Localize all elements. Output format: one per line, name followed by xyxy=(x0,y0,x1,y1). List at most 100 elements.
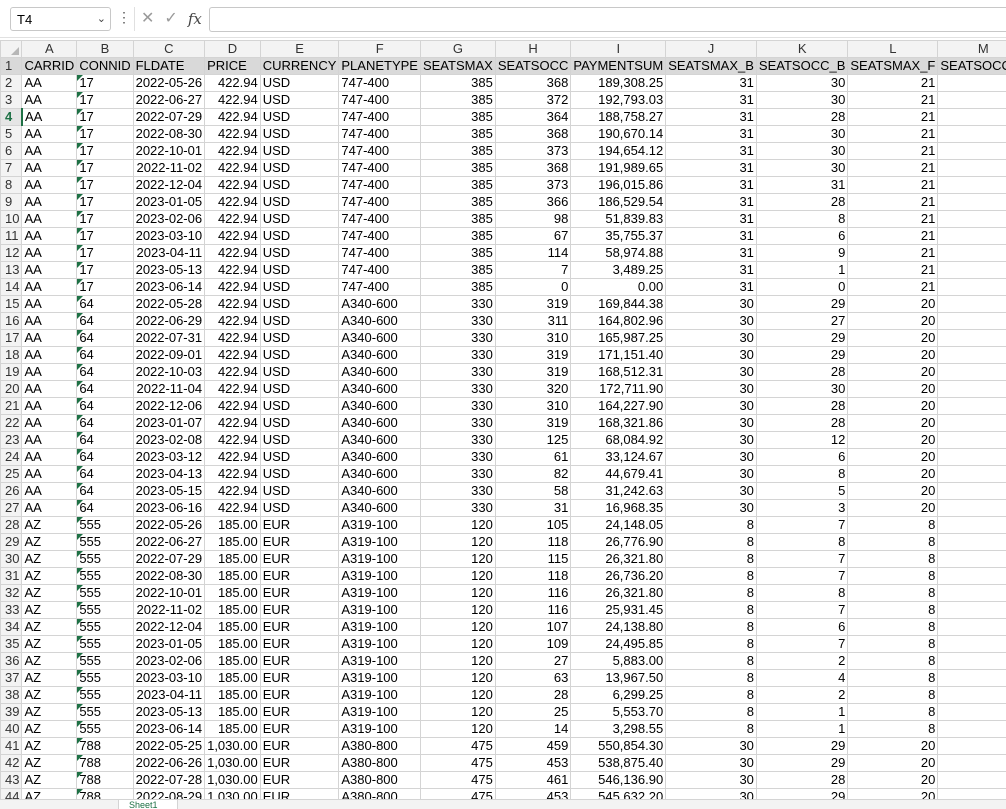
cell[interactable]: 2023-01-07 xyxy=(132,414,206,432)
cell[interactable]: 8 xyxy=(937,550,1006,568)
cell[interactable]: 2022-05-26 xyxy=(132,516,206,534)
cell[interactable]: A340-600 xyxy=(338,346,421,364)
field-header-cell[interactable]: CONNID xyxy=(76,57,134,75)
cell[interactable]: 385 xyxy=(419,142,496,160)
cell[interactable]: 8 xyxy=(665,533,757,551)
cell[interactable]: 555 xyxy=(76,635,134,653)
cell[interactable]: USD xyxy=(259,482,340,500)
cell[interactable]: 422.94 xyxy=(204,499,261,517)
column-header-l[interactable]: L xyxy=(847,40,939,58)
cell[interactable]: AA xyxy=(21,414,78,432)
cell[interactable]: 320 xyxy=(494,380,572,398)
cell[interactable]: 109 xyxy=(494,635,572,653)
cell[interactable]: AA xyxy=(21,91,78,109)
cell[interactable]: 120 xyxy=(419,652,496,670)
cell[interactable]: 550,854.30 xyxy=(570,737,667,755)
cell[interactable]: 64 xyxy=(76,295,134,313)
cell[interactable]: 2 xyxy=(755,686,849,704)
cell[interactable]: 29 xyxy=(755,737,849,755)
cell[interactable]: 788 xyxy=(76,771,134,789)
cell[interactable]: 319 xyxy=(494,295,572,313)
cell[interactable]: EUR xyxy=(259,652,340,670)
cell[interactable]: 330 xyxy=(419,329,496,347)
cell[interactable]: 19 xyxy=(937,74,1006,92)
cell[interactable]: 118 xyxy=(494,533,572,551)
row-header[interactable]: 1 xyxy=(0,57,23,75)
cell[interactable]: 13,967.50 xyxy=(570,669,667,687)
cell[interactable]: 422.94 xyxy=(204,380,261,398)
row-header[interactable]: 26 xyxy=(0,482,23,500)
cell[interactable]: A340-600 xyxy=(338,465,421,483)
row-header[interactable]: 3 xyxy=(0,91,23,109)
cell[interactable]: 366 xyxy=(494,193,572,211)
cell[interactable]: 8 xyxy=(847,601,939,619)
cell[interactable]: 1,030.00 xyxy=(204,788,261,799)
column-header-j[interactable]: J xyxy=(665,40,757,58)
cell[interactable]: 30 xyxy=(755,74,849,92)
cell[interactable]: 30 xyxy=(755,125,849,143)
cell[interactable]: AZ xyxy=(21,737,78,755)
cell[interactable]: 105 xyxy=(494,516,572,534)
cell[interactable]: 21 xyxy=(847,142,939,160)
cell[interactable]: 368 xyxy=(494,74,572,92)
cell[interactable]: 2022-11-04 xyxy=(132,380,206,398)
cell[interactable]: 185.00 xyxy=(204,550,261,568)
cell[interactable]: AZ xyxy=(21,618,78,636)
cell[interactable]: 28 xyxy=(755,414,849,432)
cell[interactable]: 30 xyxy=(665,295,757,313)
cell[interactable]: 747-400 xyxy=(338,142,421,160)
cell[interactable]: 30 xyxy=(665,414,757,432)
cell[interactable]: 422.94 xyxy=(204,414,261,432)
cell[interactable]: 555 xyxy=(76,618,134,636)
row-header[interactable]: 42 xyxy=(0,754,23,772)
cell[interactable]: USD xyxy=(259,91,340,109)
cell[interactable]: 190,670.14 xyxy=(570,125,667,143)
cell[interactable]: 7 xyxy=(755,635,849,653)
cell[interactable]: USD xyxy=(259,363,340,381)
cell[interactable]: EUR xyxy=(259,567,340,585)
cell[interactable]: AZ xyxy=(21,754,78,772)
column-header-d[interactable]: D xyxy=(204,40,261,58)
cell[interactable]: 6 xyxy=(755,618,849,636)
cell[interactable]: 31,242.63 xyxy=(570,482,667,500)
cell[interactable]: AA xyxy=(21,125,78,143)
cell[interactable]: 422.94 xyxy=(204,244,261,262)
field-header-cell[interactable]: PRICE xyxy=(204,57,261,75)
cell[interactable]: 1,030.00 xyxy=(204,737,261,755)
cell[interactable]: 422.94 xyxy=(204,278,261,296)
cell[interactable]: 61 xyxy=(494,448,572,466)
cell[interactable]: 120 xyxy=(419,567,496,585)
cell[interactable]: 7 xyxy=(937,618,1006,636)
cell[interactable]: 64 xyxy=(76,312,134,330)
cell[interactable]: AZ xyxy=(21,771,78,789)
cell[interactable]: 747-400 xyxy=(338,210,421,228)
cell[interactable]: AZ xyxy=(21,635,78,653)
cell[interactable]: 453 xyxy=(494,788,572,799)
cell[interactable]: 30 xyxy=(665,431,757,449)
cell[interactable]: A380-800 xyxy=(338,771,421,789)
cell[interactable]: 31 xyxy=(665,227,757,245)
field-header-cell[interactable]: SEATSMAX_F xyxy=(847,57,939,75)
cell[interactable]: 5,553.70 xyxy=(570,703,667,721)
cell[interactable]: 6 xyxy=(755,227,849,245)
cell[interactable]: EUR xyxy=(259,703,340,721)
cell[interactable]: A340-600 xyxy=(338,397,421,415)
cell[interactable]: AZ xyxy=(21,584,78,602)
cell[interactable]: 185.00 xyxy=(204,669,261,687)
cell[interactable]: 459 xyxy=(494,737,572,755)
cell[interactable]: 319 xyxy=(494,363,572,381)
row-header[interactable]: 28 xyxy=(0,516,23,534)
cell[interactable]: 64 xyxy=(76,448,134,466)
chevron-down-icon[interactable]: ⌄ xyxy=(97,12,106,25)
cell[interactable]: 8 xyxy=(847,669,939,687)
cell[interactable]: 20 xyxy=(847,431,939,449)
cell[interactable]: 29 xyxy=(755,788,849,799)
cell[interactable]: 114 xyxy=(494,244,572,262)
cell[interactable]: 31 xyxy=(494,499,572,517)
cell[interactable]: 51,839.83 xyxy=(570,210,667,228)
cell[interactable]: EUR xyxy=(259,635,340,653)
cell[interactable]: 26,321.80 xyxy=(570,550,667,568)
cell[interactable]: 7 xyxy=(755,567,849,585)
cell[interactable]: 24,138.80 xyxy=(570,618,667,636)
cell[interactable]: 2022-11-02 xyxy=(132,159,206,177)
